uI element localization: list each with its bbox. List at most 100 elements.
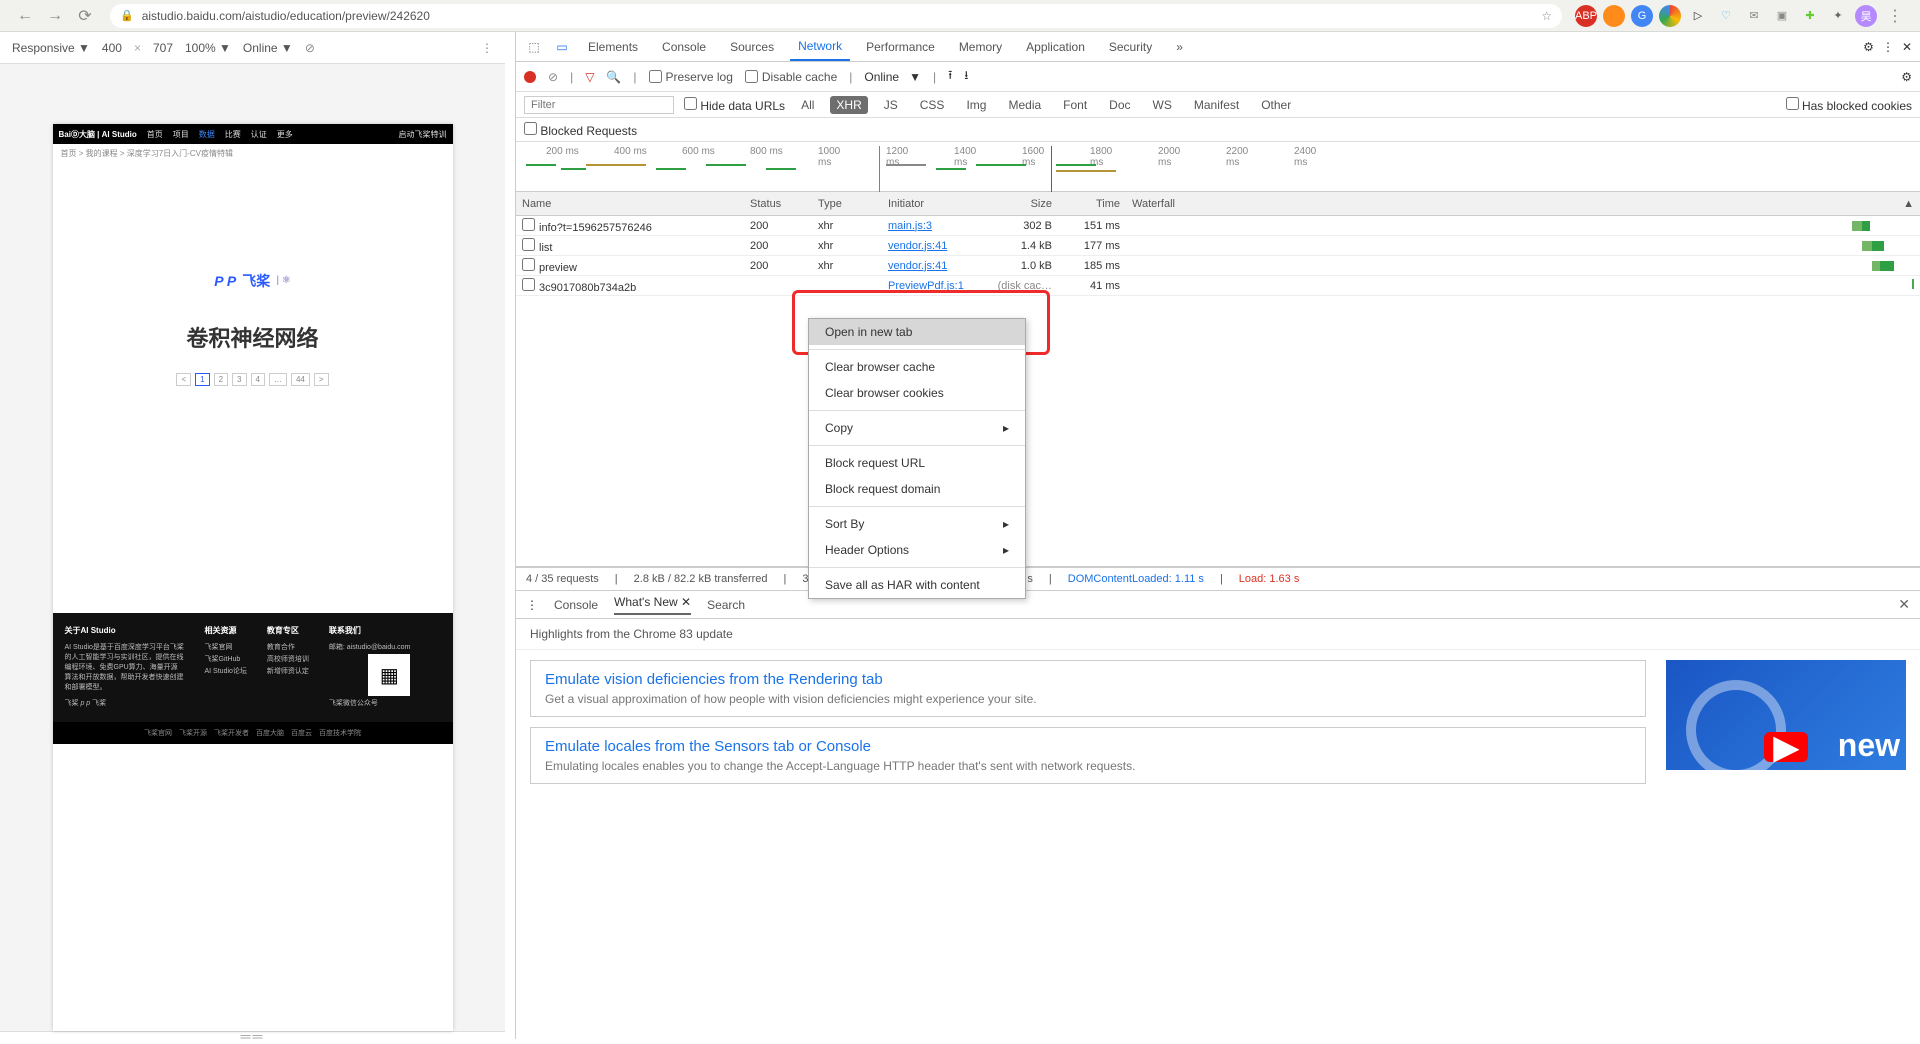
blocked-cookies-checkbox[interactable]: Has blocked cookies	[1786, 97, 1912, 113]
preserve-log-checkbox[interactable]: Preserve log	[649, 70, 733, 84]
device-height-input[interactable]: 707	[153, 41, 173, 55]
drawer-search-tab[interactable]: Search	[707, 598, 745, 612]
device-mode-select[interactable]: Responsive ▼	[12, 41, 90, 55]
col-name[interactable]: Name	[516, 198, 744, 210]
tab-performance[interactable]: Performance	[858, 32, 943, 61]
ext-chrome-icon[interactable]	[1659, 5, 1681, 27]
tab-more-icon[interactable]: »	[1168, 32, 1191, 61]
initiator-link[interactable]: vendor.js:41	[888, 240, 947, 252]
blocked-requests-checkbox[interactable]: Blocked Requests	[524, 122, 637, 138]
ft-all[interactable]: All	[795, 96, 820, 114]
nav-cert[interactable]: 认证	[251, 129, 267, 140]
tab-sources[interactable]: Sources	[722, 32, 782, 61]
tab-console[interactable]: Console	[654, 32, 714, 61]
tab-application[interactable]: Application	[1018, 32, 1093, 61]
splitter-handle[interactable]: ⋮⋮	[505, 32, 515, 1039]
ft-media[interactable]: Media	[1002, 96, 1047, 114]
drawer-menu-icon[interactable]: ⋮	[526, 598, 538, 612]
wn-card[interactable]: Emulate vision deficiencies from the Ren…	[530, 660, 1646, 717]
ft-font[interactable]: Font	[1057, 96, 1093, 114]
drawer-close-icon[interactable]: ✕	[1898, 596, 1910, 613]
drawer-whatsnew-tab[interactable]: What's New ✕	[614, 595, 691, 615]
devtools-menu-icon[interactable]: ⋮	[1882, 40, 1894, 54]
devtools-close-icon[interactable]: ✕	[1902, 40, 1912, 54]
wn-video-thumb[interactable]: ▶ new	[1666, 660, 1906, 770]
device-throttle-select[interactable]: Online ▼	[243, 41, 293, 55]
table-row[interactable]: info?t=1596257576246 200xhr main.js:3 30…	[516, 216, 1920, 236]
disable-cache-checkbox[interactable]: Disable cache	[745, 70, 837, 84]
device-zoom-select[interactable]: 100% ▼	[185, 41, 231, 55]
inspect-icon[interactable]: ⬚	[524, 37, 544, 57]
filter-input[interactable]	[524, 96, 674, 114]
col-time[interactable]: Time	[1058, 198, 1126, 210]
col-waterfall[interactable]: Waterfall ▲	[1126, 198, 1920, 210]
clear-icon[interactable]: ⊘	[548, 70, 558, 84]
ft-edu-2[interactable]: 高校师资培训	[267, 654, 309, 664]
row-select[interactable]	[522, 258, 535, 271]
row-select[interactable]	[522, 218, 535, 231]
row-select[interactable]	[522, 278, 535, 291]
bottom-handle[interactable]: ══	[0, 1031, 505, 1039]
pg-prev[interactable]: <	[176, 373, 191, 386]
ext-translate-icon[interactable]: G	[1631, 5, 1653, 27]
filter-toggle-icon[interactable]: ▽	[585, 70, 594, 84]
ft-ws[interactable]: WS	[1147, 96, 1178, 114]
ctx-open-new-tab[interactable]: Open in new tab	[809, 319, 1025, 345]
url-bar[interactable]: 🔒 aistudio.baidu.com/aistudio/education/…	[110, 4, 1562, 28]
tab-network[interactable]: Network	[790, 32, 850, 61]
ft-manifest[interactable]: Manifest	[1188, 96, 1245, 114]
ft-edu-3[interactable]: 新增师资认定	[267, 666, 309, 676]
table-row[interactable]: preview 200xhr vendor.js:41 1.0 kB185 ms	[516, 256, 1920, 276]
search-icon[interactable]: 🔍	[606, 70, 621, 84]
initiator-link[interactable]: PreviewPdf.js:1	[888, 280, 964, 292]
ext-v-icon[interactable]: ♡	[1715, 5, 1737, 27]
ctx-clear-cookies[interactable]: Clear browser cookies	[809, 380, 1025, 406]
back-icon[interactable]: ←	[14, 5, 36, 27]
ft-js[interactable]: JS	[878, 96, 904, 114]
network-settings-icon[interactable]: ⚙	[1901, 70, 1912, 84]
pg-1[interactable]: 1	[195, 373, 209, 386]
record-icon[interactable]	[524, 71, 536, 83]
forward-icon[interactable]: →	[44, 5, 66, 27]
close-tab-icon[interactable]: ✕	[681, 595, 691, 609]
col-type[interactable]: Type	[812, 198, 882, 210]
ft-res-3[interactable]: AI Studio论坛	[205, 666, 247, 676]
rotate-icon[interactable]: ⊘	[305, 41, 315, 55]
tab-security[interactable]: Security	[1101, 32, 1160, 61]
nav-notice[interactable]: 启动飞桨特训	[399, 129, 447, 140]
nav-more[interactable]: 更多	[277, 129, 293, 140]
settings-icon[interactable]: ⚙	[1863, 40, 1874, 54]
star-icon[interactable]: ☆	[1541, 9, 1552, 23]
tab-elements[interactable]: Elements	[580, 32, 646, 61]
upload-har-icon[interactable]: ⭱	[948, 66, 952, 87]
ctx-header[interactable]: Header Options▸	[809, 537, 1025, 563]
ctx-block-url[interactable]: Block request URL	[809, 450, 1025, 476]
timeline-overview[interactable]: 200 ms400 ms600 ms800 ms1000 ms1200 ms14…	[516, 142, 1920, 192]
table-row[interactable]: list 200xhr vendor.js:41 1.4 kB177 ms	[516, 236, 1920, 256]
row-select[interactable]	[522, 238, 535, 251]
device-toggle-icon[interactable]: ▭	[552, 37, 572, 57]
nav-comp[interactable]: 比赛	[225, 129, 241, 140]
ext-box-icon[interactable]: ▣	[1771, 5, 1793, 27]
hide-urls-checkbox[interactable]: Hide data URLs	[684, 97, 785, 113]
ft-xhr[interactable]: XHR	[830, 96, 867, 114]
youtube-play-icon[interactable]: ▶	[1764, 732, 1808, 762]
nav-home[interactable]: 首页	[147, 129, 163, 140]
reload-icon[interactable]: ⟳	[74, 5, 96, 27]
nav-proj[interactable]: 项目	[173, 129, 189, 140]
pg-2[interactable]: 2	[214, 373, 228, 386]
ext-more-icon[interactable]: ✦	[1827, 5, 1849, 27]
ctx-save-har[interactable]: Save all as HAR with content	[809, 572, 1025, 598]
ext-play-icon[interactable]: ▷	[1687, 5, 1709, 27]
device-menu-icon[interactable]: ⋮	[481, 41, 493, 55]
ft-doc[interactable]: Doc	[1103, 96, 1136, 114]
chrome-menu-icon[interactable]: ⋮	[1884, 5, 1906, 27]
ft-img[interactable]: Img	[960, 96, 992, 114]
wn-card[interactable]: Emulate locales from the Sensors tab or …	[530, 727, 1646, 784]
col-initiator[interactable]: Initiator	[882, 198, 990, 210]
ft-edu-1[interactable]: 教育合作	[267, 642, 309, 652]
table-row[interactable]: 3c9017080b734a2b PreviewPdf.js:1 (disk c…	[516, 276, 1920, 296]
ext-bird-icon[interactable]: ✉	[1743, 5, 1765, 27]
nav-data[interactable]: 数据	[199, 129, 215, 140]
ft-res-1[interactable]: 飞桨官网	[205, 642, 247, 652]
